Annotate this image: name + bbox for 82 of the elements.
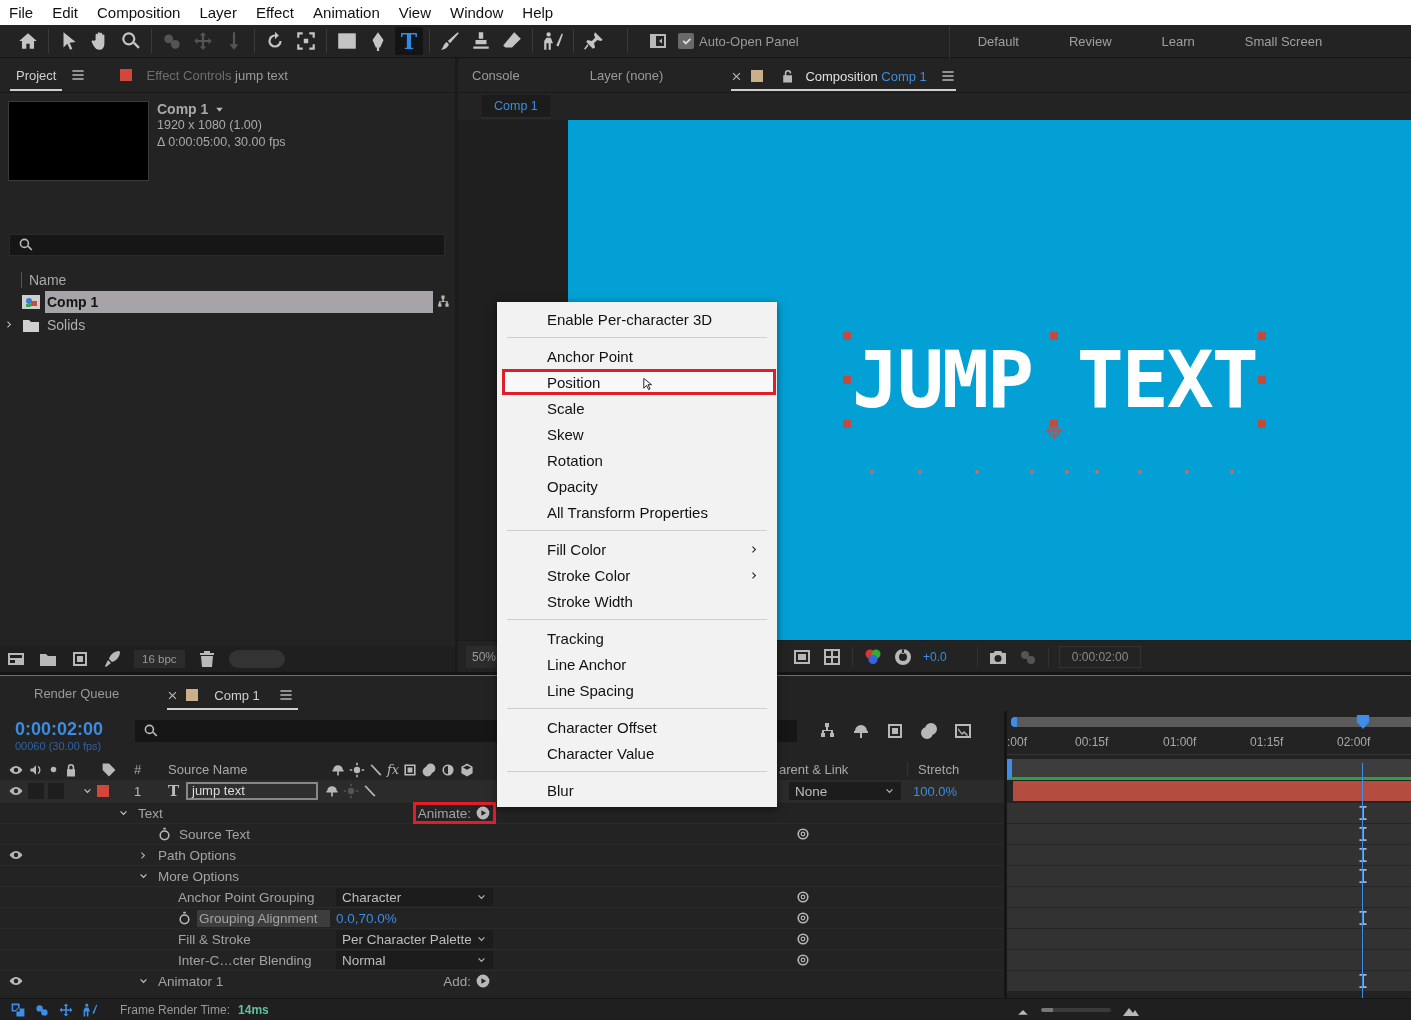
property-name[interactable]: Fill & Stroke bbox=[176, 930, 253, 948]
menu-item[interactable]: File bbox=[1, 4, 42, 21]
stretch-value[interactable]: 100.0% bbox=[901, 783, 1001, 799]
menu-item[interactable]: All Transform Properties bbox=[502, 499, 776, 525]
comp-info: Δ 0:00:05:00, 30.00 fps bbox=[157, 134, 286, 151]
layer-name-field[interactable]: jump text bbox=[186, 782, 318, 800]
menu-item[interactable]: Help bbox=[514, 4, 562, 21]
menu-item[interactable]: Rotation bbox=[502, 447, 776, 473]
panel-tab[interactable]: Console bbox=[472, 59, 520, 91]
menu-item[interactable]: Window bbox=[442, 4, 512, 21]
tool-button[interactable]: T bbox=[395, 27, 423, 55]
ruler-label: 02:00f bbox=[1337, 735, 1371, 749]
menu-item[interactable]: Effect bbox=[247, 4, 303, 21]
menu-item[interactable]: Skew bbox=[502, 421, 776, 447]
panel-tab[interactable]: Layer (none) bbox=[589, 59, 664, 91]
auto-open-checkbox[interactable]: Auto-Open Panel bbox=[678, 33, 799, 49]
column-header[interactable]: Source Name bbox=[168, 762, 330, 777]
ruler-label: 00:15f bbox=[1075, 735, 1109, 749]
exposure-value[interactable]: +0.0 bbox=[923, 649, 947, 664]
ruler-label: 01:15f bbox=[1250, 735, 1284, 749]
column-header[interactable]: Name bbox=[21, 272, 67, 288]
menu-item[interactable]: Composition bbox=[89, 4, 189, 21]
menu-item[interactable]: Character Value bbox=[502, 740, 776, 766]
ruler-label: :00f bbox=[1007, 735, 1027, 749]
bit-depth-button[interactable]: 16 bpc bbox=[134, 650, 185, 668]
effects-header: fx bbox=[387, 762, 400, 777]
menu-item[interactable]: Tracking bbox=[502, 625, 776, 651]
layer-type: T bbox=[168, 782, 181, 800]
menu-item[interactable]: Animation bbox=[305, 4, 388, 21]
menu-item[interactable]: View bbox=[390, 4, 439, 21]
menu-item[interactable]: Line Anchor bbox=[502, 651, 776, 677]
workspace-tab[interactable]: Review bbox=[1068, 33, 1112, 49]
render-time-label: Frame Render Time: bbox=[120, 1002, 231, 1017]
panel-tab[interactable]: Effect Controls jump text bbox=[140, 59, 294, 91]
column-header[interactable]: # bbox=[130, 762, 168, 777]
menu-item[interactable]: Character Offset bbox=[502, 714, 776, 740]
property-name[interactable]: Inter-C…cter Blending bbox=[176, 951, 314, 969]
property-dropdown[interactable]: Character bbox=[336, 888, 493, 906]
workspace-tab[interactable]: Default bbox=[977, 33, 1019, 49]
menu-item[interactable]: Enable Per-character 3D bbox=[502, 306, 776, 332]
render-time-value: 14ms bbox=[238, 1002, 269, 1017]
time-field[interactable]: 0:00:02:00 bbox=[1058, 645, 1142, 668]
property-name[interactable]: Path Options bbox=[156, 846, 239, 864]
menu-item[interactable]: Line Spacing bbox=[502, 677, 776, 703]
comp-name: Comp 1 bbox=[157, 101, 209, 117]
property-name[interactable]: Anchor Point Grouping bbox=[176, 888, 317, 906]
menu-item[interactable]: Opacity bbox=[502, 473, 776, 499]
frame-info: 00060 (30.00 fps) bbox=[15, 739, 103, 752]
menu-item[interactable]: Position bbox=[502, 369, 776, 395]
menu-item[interactable]: Layer bbox=[191, 4, 245, 21]
project-item[interactable]: Comp 1 bbox=[45, 290, 433, 313]
menu-item[interactable]: Anchor Point bbox=[502, 343, 776, 369]
animate-button[interactable]: Add: bbox=[441, 973, 493, 989]
property-name[interactable]: More Options bbox=[156, 867, 242, 885]
menu-item[interactable]: Fill Color bbox=[502, 536, 776, 562]
panel-tab[interactable]: Project bbox=[10, 59, 63, 91]
property-name[interactable]: Grouping Alignment bbox=[197, 909, 330, 927]
property-value[interactable]: 0.0,70.0% bbox=[336, 910, 397, 926]
menu-item[interactable]: Scale bbox=[502, 395, 776, 421]
property-name[interactable]: Animator 1 bbox=[156, 972, 226, 990]
current-time[interactable]: 0:00:02:00 bbox=[15, 718, 135, 740]
workspace-tab[interactable]: Learn bbox=[1161, 33, 1195, 49]
panel-tab[interactable]: Comp 1 bbox=[214, 687, 260, 703]
breadcrumb-tab[interactable]: Comp 1 bbox=[482, 94, 550, 119]
menu-item[interactable]: Edit bbox=[44, 4, 87, 21]
panel-tab[interactable]: Render Queue bbox=[34, 685, 120, 701]
workspace-tab[interactable]: Small Screen bbox=[1244, 33, 1323, 49]
menu-item[interactable]: Blur bbox=[502, 777, 776, 803]
ruler-label: 01:00f bbox=[1163, 735, 1197, 749]
menu-item[interactable]: Stroke Color bbox=[502, 562, 776, 588]
property-name[interactable]: Source Text bbox=[177, 825, 253, 843]
property-dropdown[interactable]: Per Character Palette bbox=[336, 930, 493, 948]
property-dropdown[interactable]: Normal bbox=[336, 951, 493, 969]
panel-tab[interactable]: Composition Comp 1 bbox=[805, 68, 927, 84]
project-item[interactable]: Solids bbox=[45, 313, 453, 336]
animate-button[interactable]: Animate: bbox=[415, 805, 493, 821]
column-header[interactable]: arent & Link bbox=[777, 762, 907, 777]
comp-info: 1920 x 1080 (1.00) bbox=[157, 117, 263, 134]
property-name[interactable]: Text bbox=[136, 804, 165, 822]
parent-dropdown[interactable]: None bbox=[789, 782, 901, 800]
menu-item[interactable]: Stroke Width bbox=[502, 588, 776, 614]
layer-number: 1 bbox=[133, 783, 143, 799]
